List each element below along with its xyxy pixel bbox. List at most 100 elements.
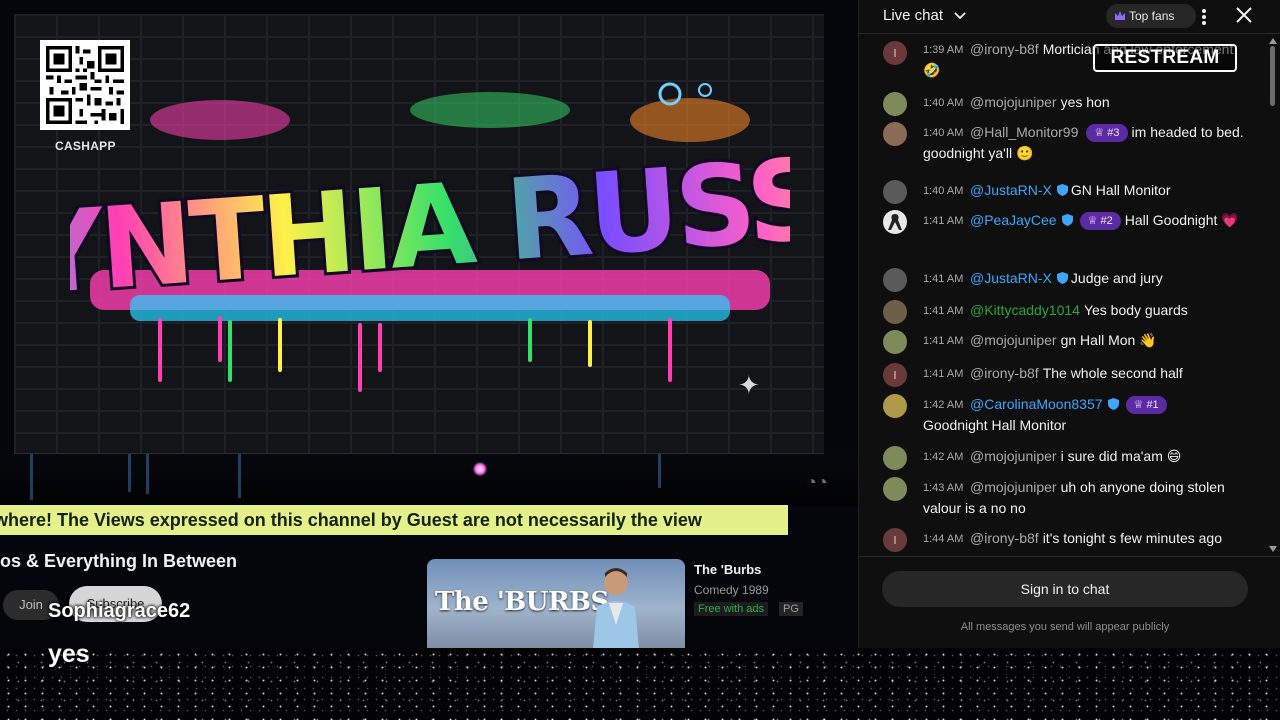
ribbon-icon (888, 214, 902, 230)
rating-badge: PG (779, 602, 803, 616)
overlay-chat-message: yes (48, 640, 90, 668)
more-options-icon[interactable] (1197, 5, 1211, 29)
grin-emoji-icon: 😄 (1166, 449, 1182, 465)
message-author[interactable]: @JustaRN-X (970, 182, 1052, 198)
scroll-down-arrow-icon[interactable] (1269, 546, 1277, 552)
sparkle-icon: ✦ (738, 370, 760, 400)
verified-shield-icon (1056, 184, 1068, 196)
top-fan-badge: ♕ #2 (1079, 212, 1121, 230)
cynthia-russo-graffiti-logo: CYNTHIA RUSSO (0, 80, 858, 410)
top-fan-badge: ♕ #1 (1125, 396, 1167, 414)
message-text: it's tonight s few minutes ago (1042, 530, 1223, 546)
ticker-text: where! The Views expressed on this chann… (0, 510, 702, 530)
sign-in-to-chat-button[interactable]: Sign in to chat (882, 571, 1248, 607)
message-author[interactable]: @JustaRN-X (970, 270, 1052, 286)
avatar (883, 210, 907, 234)
message-body: @JustaRN-X GN Hall Monitor (923, 180, 1248, 201)
scroll-up-arrow-icon[interactable] (1269, 38, 1277, 44)
message-body: @Hall_Monitor99 ♕ #3 im headed to bed. goo… (923, 122, 1248, 165)
chat-header: Live chat Top fans (859, 0, 1280, 34)
avatar: I (883, 41, 907, 65)
message-author[interactable]: @mojojuniper (970, 479, 1057, 495)
live-chat-panel: Live chat Top fans I 1:39 AM @irony-b8f M… (858, 0, 1280, 648)
scrolling-ticker: where! The Views expressed on this chann… (0, 505, 788, 535)
message-body: @PeaJayCee ♕ #2 Hall Goodnight 💗 (923, 210, 1248, 232)
svg-text:I: I (893, 369, 896, 382)
message-body: @Kittycaddy1014 Yes body guards (923, 300, 1248, 321)
sunglasses-icon: ◔◔ (806, 472, 828, 492)
message-text: Yes body guards (1083, 302, 1188, 318)
message-body: @irony-b8f The whole second half (923, 363, 1248, 384)
message-text: The whole second half (1042, 365, 1183, 381)
verified-shield-icon (1107, 398, 1119, 410)
glitch-line (146, 454, 149, 494)
message-body: @irony-b8f it's tonight s few minutes ago (923, 528, 1248, 549)
top-fans-button[interactable]: Top fans (1106, 4, 1196, 28)
heart-emoji-icon: 💗 (1221, 213, 1239, 229)
actor-figure (593, 568, 639, 649)
message-author[interactable]: @Kittycaddy1014 (970, 302, 1080, 318)
message-text: gn Hall Mon (1060, 332, 1136, 348)
movie-meta: Comedy 1989 (694, 583, 769, 597)
avatar (883, 300, 907, 324)
chat-message-list[interactable]: I 1:39 AM @irony-b8fMortician and law en… (859, 35, 1269, 555)
message-body: @mojojuniper yes hon (923, 92, 1248, 113)
message-text: Hall Goodnight (1124, 212, 1218, 228)
avatar (883, 394, 907, 418)
message-author[interactable]: @irony-b8f (970, 41, 1039, 57)
avatar (883, 268, 907, 292)
message-body: @mojojuniper uh oh anyone doing stolen va… (923, 477, 1248, 519)
movie-thumbnail[interactable]: The 'BURBS (427, 559, 685, 649)
wave-emoji-icon: 👋 (1139, 333, 1157, 349)
message-body: @JustaRN-X Judge and jury (923, 268, 1248, 289)
chat-scrollbar[interactable] (1269, 38, 1277, 558)
starfield-overlay (0, 648, 1280, 720)
verified-shield-icon (1056, 272, 1068, 284)
crown-icon (1115, 11, 1125, 20)
close-icon[interactable] (1235, 6, 1253, 24)
free-with-ads-badge: Free with ads (694, 602, 769, 616)
glitch-line (238, 454, 241, 498)
message-author[interactable]: @CarolinaMoon8357 (970, 396, 1103, 412)
message-body: @mojojuniper i sure did ma'am 😄 (923, 446, 1248, 468)
message-author[interactable]: @Hall_Monitor99 (970, 124, 1078, 140)
movie-title[interactable]: The 'Burbs (694, 562, 761, 577)
message-text: i sure did ma'am (1060, 448, 1163, 464)
message-text: yes hon (1060, 94, 1110, 110)
message-text: Judge and jury (1070, 270, 1163, 286)
chat-footer: Sign in to chat All messages you send wi… (859, 556, 1280, 648)
top-fan-badge: ♕ #3 (1086, 124, 1128, 142)
channel-title: os & Everything In Between (0, 551, 238, 571)
avatar (883, 180, 907, 204)
glitch-line (128, 454, 131, 492)
glitch-line (30, 454, 33, 500)
avatar (883, 446, 907, 470)
glitch-line (658, 454, 661, 488)
avatar: I (883, 363, 907, 387)
restream-watermark: RESTREAM (1093, 44, 1237, 72)
avatar (883, 330, 907, 354)
avatar (883, 92, 907, 116)
scrollbar-thumb[interactable] (1270, 46, 1275, 106)
message-author[interactable]: @mojojuniper (970, 94, 1057, 110)
svg-text:I: I (893, 47, 896, 60)
chevron-down-icon[interactable] (953, 9, 967, 23)
message-author[interactable]: @mojojuniper (970, 332, 1057, 348)
video-player[interactable]: CASHAPP CYNTHIA RUSSO ✦ ◔◔ where! The Vi… (0, 0, 858, 650)
chat-mode-selector[interactable]: Live chat (883, 7, 943, 24)
message-author[interactable]: @mojojuniper (970, 448, 1057, 464)
recommended-movie-card[interactable]: The 'BURBS (427, 559, 687, 649)
message-text: Goodnight Hall Monitor (923, 417, 1067, 433)
smile-emoji-icon: 🙂 (1015, 146, 1034, 162)
avatar (883, 477, 907, 501)
avatar: I (883, 528, 907, 552)
thumbnail-title: The 'BURBS (435, 587, 609, 617)
message-author[interactable]: @irony-b8f (970, 365, 1039, 381)
message-body: @mojojuniper gn Hall Mon 👋 (923, 330, 1248, 352)
message-author[interactable]: @irony-b8f (970, 530, 1039, 546)
message-author[interactable]: @PeaJayCee (970, 212, 1057, 228)
message-text: GN Hall Monitor (1070, 182, 1171, 198)
rofl-emoji-icon: 🤣 (923, 63, 941, 79)
light-orb (473, 462, 487, 476)
verified-shield-icon (1061, 214, 1073, 226)
